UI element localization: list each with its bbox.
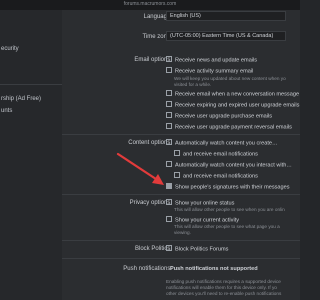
section-divider [62, 258, 300, 259]
account-sidebar: ecurity rship (Ad Free) unts [0, 10, 62, 300]
activity-summary-hint-2: visited for a while. [174, 82, 212, 87]
email-upgrade-purchase-checkbox[interactable]: Receive user upgrade purchase emails [166, 112, 272, 120]
section-divider [62, 134, 300, 135]
watch-created-content-checkbox[interactable]: Automatically watch content you create… [166, 139, 278, 147]
watch-interacted-content-checkbox[interactable]: Automatically watch content you interact… [166, 161, 292, 169]
online-status-hint: This will allow other people to see when… [174, 207, 285, 212]
sidebar-item-membership[interactable]: rship (Ad Free) [1, 96, 41, 102]
push-status-text: Push notifications not supported [170, 266, 258, 272]
show-current-activity-checkbox[interactable]: Show your current activity [166, 216, 239, 224]
url-text[interactable]: forums.macrumors.com [0, 1, 300, 7]
watch-created-email-checkbox[interactable]: and receive email notifications [174, 150, 258, 158]
push-hint-2: notifications will enable them for this … [166, 285, 277, 290]
section-divider [62, 240, 300, 241]
sidebar-divider [0, 84, 62, 85]
email-activity-summary-checkbox[interactable]: Receive activity summary email [166, 67, 253, 75]
email-conversation-checkbox[interactable]: Receive email when a new conversation me… [166, 90, 299, 98]
block-politics-checkbox[interactable]: Block Politics Forums [166, 245, 228, 253]
sidebar-item-accounts[interactable]: unts [1, 108, 12, 114]
show-signatures-checkbox[interactable]: Show people's signatures with their mess… [166, 183, 290, 191]
activity-summary-hint: We will keep you updated about new conte… [174, 76, 286, 81]
timezone-select[interactable]: (UTC-05:00) Eastern Time (US & Canada) [166, 31, 286, 41]
push-notifications-label: Push notifications: [123, 266, 172, 272]
language-select[interactable]: English (US) [166, 11, 286, 21]
browser-address-bar[interactable]: forums.macrumors.com [0, 0, 300, 10]
show-online-status-checkbox[interactable]: Show your online status [166, 199, 234, 207]
push-hint-1: Enabling push notifications requires a s… [166, 279, 281, 284]
watch-interacted-email-checkbox[interactable]: and receive email notifications [174, 172, 258, 180]
email-payment-reversal-checkbox[interactable]: Receive user upgrade payment reversal em… [166, 123, 292, 131]
current-activity-hint-2: viewing. [174, 230, 191, 235]
current-activity-hint: This will allow other people to see what… [174, 224, 280, 229]
email-news-checkbox[interactable]: Receive news and update emails [166, 56, 257, 64]
section-divider [62, 194, 300, 195]
sidebar-item-security[interactable]: ecurity [1, 46, 19, 52]
push-hint-3: other devices you'll need to re-enable p… [166, 291, 282, 296]
email-expiring-upgrade-checkbox[interactable]: Receive expiring and expired user upgrad… [166, 101, 299, 109]
